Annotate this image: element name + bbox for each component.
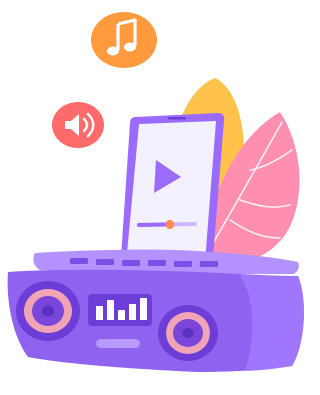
volume-bubble xyxy=(52,102,104,148)
speaker-dock xyxy=(7,249,304,372)
phone-speaker-slot xyxy=(168,117,186,120)
progress-knob[interactable] xyxy=(165,219,175,229)
right-speaker xyxy=(158,305,218,361)
phone xyxy=(120,113,225,272)
music-bubble-bg xyxy=(91,12,157,68)
phone-screen xyxy=(126,121,216,264)
left-speaker xyxy=(16,281,80,341)
equalizer-display xyxy=(88,294,152,326)
music-note-bubble xyxy=(91,12,157,68)
music-player-illustration xyxy=(7,12,304,372)
speaker-handle xyxy=(96,339,140,348)
progress-fill xyxy=(137,222,172,227)
illustration-stage xyxy=(0,0,315,395)
